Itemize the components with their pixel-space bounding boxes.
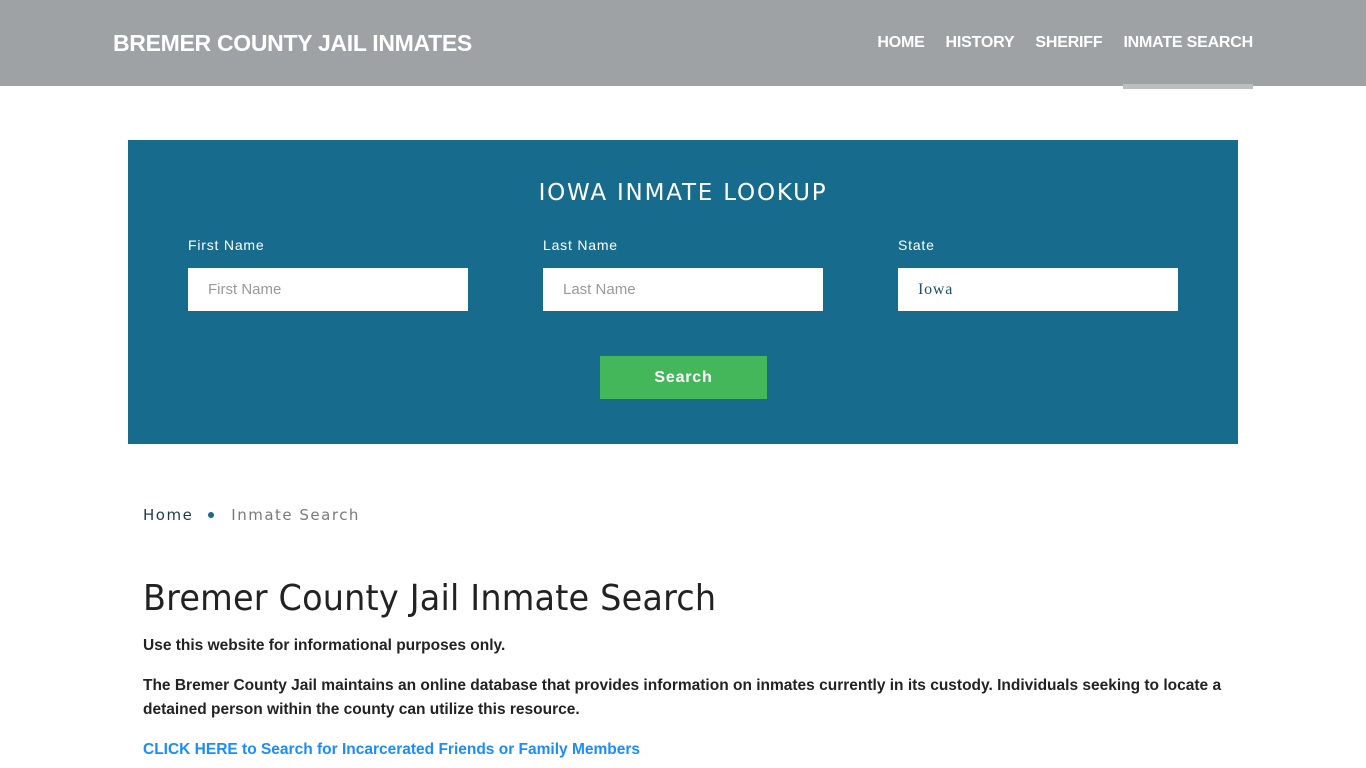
breadcrumb-separator-icon xyxy=(208,512,215,518)
last-name-label: Last Name xyxy=(543,237,618,253)
nav-home[interactable]: HOME xyxy=(877,0,924,89)
state-field: State xyxy=(898,236,1178,311)
main-nav: HOME HISTORY SHERIFF INMATE SEARCH xyxy=(856,0,1253,89)
first-name-label: First Name xyxy=(188,237,265,253)
breadcrumb: Home Inmate Search xyxy=(143,506,360,524)
search-friends-family-link[interactable]: CLICK HERE to Search for Incarcerated Fr… xyxy=(143,738,640,762)
nav-sheriff[interactable]: SHERIFF xyxy=(1035,0,1102,89)
nav-history[interactable]: HISTORY xyxy=(946,0,1015,89)
site-header: BREMER COUNTY JAIL INMATES HOME HISTORY … xyxy=(0,0,1366,89)
state-input[interactable] xyxy=(898,268,1178,311)
first-name-input[interactable] xyxy=(188,268,468,311)
breadcrumb-current: Inmate Search xyxy=(231,506,360,524)
description-text: The Bremer County Jail maintains an onli… xyxy=(143,677,1222,718)
breadcrumb-home[interactable]: Home xyxy=(143,506,193,524)
first-name-field: First Name xyxy=(188,236,468,311)
nav-inmate-search[interactable]: INMATE SEARCH xyxy=(1123,0,1253,89)
last-name-field: Last Name xyxy=(543,236,823,311)
site-logo-link[interactable]: BREMER COUNTY JAIL INMATES xyxy=(113,30,472,57)
disclaimer-text: Use this website for informational purpo… xyxy=(143,637,506,654)
lookup-title: IOWA INMATE LOOKUP xyxy=(538,180,828,206)
state-label: State xyxy=(898,237,935,253)
page-title: Bremer County Jail Inmate Search xyxy=(143,578,717,619)
last-name-input[interactable] xyxy=(543,268,823,311)
search-button[interactable]: Search xyxy=(600,356,767,399)
